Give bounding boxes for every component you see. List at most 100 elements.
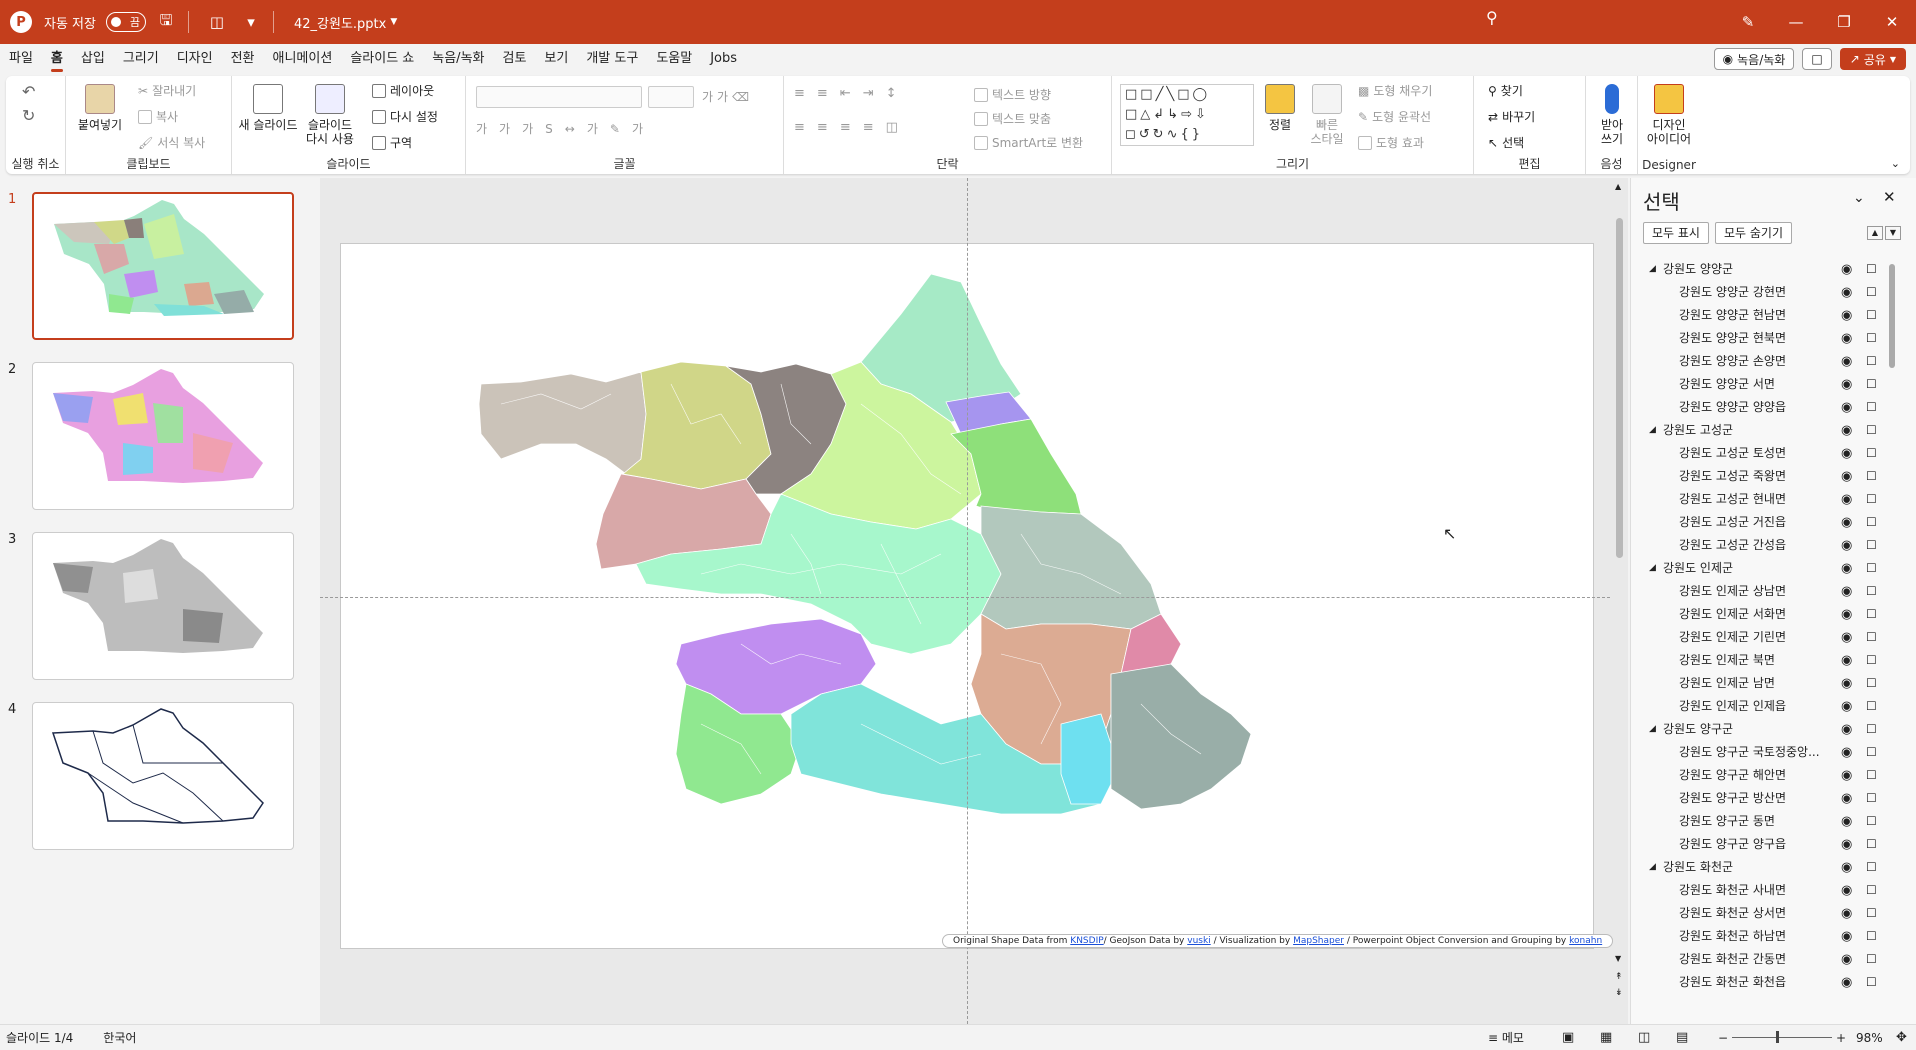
- unlock-icon[interactable]: ☐: [1866, 396, 1877, 419]
- visibility-eye-icon[interactable]: ◉: [1841, 649, 1852, 672]
- scrollbar-thumb[interactable]: [1616, 218, 1623, 558]
- print-preview-icon[interactable]: ◫: [203, 8, 231, 36]
- unlock-icon[interactable]: ☐: [1866, 718, 1877, 741]
- slideshow-icon[interactable]: ▤: [1676, 1030, 1688, 1045]
- unlock-icon[interactable]: ☐: [1866, 419, 1877, 442]
- tab-jobs[interactable]: Jobs: [701, 44, 746, 74]
- selection-group-row[interactable]: ◢ 강원도 고성군 ◉ ☐: [1631, 419, 1901, 442]
- visibility-eye-icon[interactable]: ◉: [1841, 465, 1852, 488]
- selection-item-row[interactable]: 강원도 인제군 북면 ◉ ☐: [1631, 649, 1901, 672]
- text-direction-button[interactable]: 텍스트 방향: [974, 86, 1051, 103]
- shape-fill-button[interactable]: ▩ 도형 채우기: [1358, 82, 1432, 99]
- collapse-caret-icon[interactable]: ◢: [1649, 856, 1656, 879]
- visibility-eye-icon[interactable]: ◉: [1841, 603, 1852, 626]
- tab-review[interactable]: 검토: [494, 44, 536, 74]
- selection-item-row[interactable]: 강원도 양구군 양구읍 ◉ ☐: [1631, 833, 1901, 856]
- unlock-icon[interactable]: ☐: [1866, 603, 1877, 626]
- show-all-button[interactable]: 모두 표시: [1643, 222, 1709, 244]
- comments-button[interactable]: □: [1802, 48, 1832, 70]
- visibility-eye-icon[interactable]: ◉: [1841, 580, 1852, 603]
- redo-icon[interactable]: ↻: [22, 106, 35, 125]
- unlock-icon[interactable]: ☐: [1866, 511, 1877, 534]
- unlock-icon[interactable]: ☐: [1866, 626, 1877, 649]
- unlock-icon[interactable]: ☐: [1866, 258, 1877, 281]
- selection-item-row[interactable]: 강원도 양양군 손양면 ◉ ☐: [1631, 350, 1901, 373]
- smartart-button[interactable]: SmartArt로 변환: [974, 134, 1083, 151]
- ribbon-collapse-icon[interactable]: ⌄: [1891, 157, 1900, 170]
- visibility-eye-icon[interactable]: ◉: [1841, 925, 1852, 948]
- visibility-eye-icon[interactable]: ◉: [1841, 557, 1852, 580]
- horizontal-guide[interactable]: [320, 597, 1610, 598]
- selection-item-row[interactable]: 강원도 양양군 양양읍 ◉ ☐: [1631, 396, 1901, 419]
- share-button[interactable]: ↗ 공유 ▼: [1839, 48, 1906, 70]
- scroll-up-icon[interactable]: ▲: [1615, 182, 1621, 191]
- normal-view-icon[interactable]: ▣: [1562, 1030, 1574, 1045]
- tab-transitions[interactable]: 전환: [222, 44, 264, 74]
- unlock-icon[interactable]: ☐: [1866, 304, 1877, 327]
- close-icon[interactable]: ✕: [1868, 0, 1916, 44]
- unlock-icon[interactable]: ☐: [1866, 580, 1877, 603]
- unlock-icon[interactable]: ☐: [1866, 925, 1877, 948]
- unlock-icon[interactable]: ☐: [1866, 327, 1877, 350]
- visibility-eye-icon[interactable]: ◉: [1841, 948, 1852, 971]
- selection-item-row[interactable]: 강원도 화천군 하남면 ◉ ☐: [1631, 925, 1901, 948]
- selection-group-row[interactable]: ◢ 강원도 양구군 ◉ ☐: [1631, 718, 1901, 741]
- unlock-icon[interactable]: ☐: [1866, 281, 1877, 304]
- hide-all-button[interactable]: 모두 숨기기: [1715, 222, 1793, 244]
- list-buttons[interactable]: ≡ ≡ ⇤ ⇥ ↕: [794, 86, 897, 101]
- selection-item-row[interactable]: 강원도 고성군 거진읍 ◉ ☐: [1631, 511, 1901, 534]
- save-icon[interactable]: 🖫: [152, 8, 180, 36]
- collapse-caret-icon[interactable]: ◢: [1649, 557, 1656, 580]
- visibility-eye-icon[interactable]: ◉: [1841, 258, 1852, 281]
- pen-icon[interactable]: ✎: [1724, 0, 1772, 44]
- visibility-eye-icon[interactable]: ◉: [1841, 741, 1852, 764]
- visibility-eye-icon[interactable]: ◉: [1841, 695, 1852, 718]
- slide-thumbnail-2[interactable]: [32, 362, 294, 510]
- collapse-caret-icon[interactable]: ◢: [1649, 258, 1656, 281]
- next-slide-icon[interactable]: ↡: [1615, 988, 1623, 998]
- unlock-icon[interactable]: ☐: [1866, 672, 1877, 695]
- arrange-button[interactable]: 정렬: [1260, 84, 1300, 132]
- pane-options-icon[interactable]: ⌄: [1853, 190, 1865, 206]
- align-text-button[interactable]: 텍스트 맞춤: [974, 110, 1051, 127]
- selection-item-row[interactable]: 강원도 화천군 사내면 ◉ ☐: [1631, 879, 1901, 902]
- tab-design[interactable]: 디자인: [168, 44, 222, 74]
- cut-button[interactable]: ✂ 잘라내기: [138, 82, 196, 99]
- replace-button[interactable]: ⇄ 바꾸기: [1488, 108, 1535, 125]
- selection-item-row[interactable]: 강원도 고성군 토성면 ◉ ☐: [1631, 442, 1901, 465]
- visibility-eye-icon[interactable]: ◉: [1841, 396, 1852, 419]
- selection-item-row[interactable]: 강원도 고성군 현내면 ◉ ☐: [1631, 488, 1901, 511]
- copy-button[interactable]: 복사: [138, 108, 178, 125]
- scroll-down-icon[interactable]: ▼: [1615, 954, 1621, 963]
- visibility-eye-icon[interactable]: ◉: [1841, 810, 1852, 833]
- selection-item-row[interactable]: 강원도 인제군 인제읍 ◉ ☐: [1631, 695, 1901, 718]
- visibility-eye-icon[interactable]: ◉: [1841, 672, 1852, 695]
- selection-item-row[interactable]: 강원도 인제군 상남면 ◉ ☐: [1631, 580, 1901, 603]
- font-size-select[interactable]: [648, 86, 694, 108]
- tab-help[interactable]: 도움말: [647, 44, 701, 74]
- visibility-eye-icon[interactable]: ◉: [1841, 718, 1852, 741]
- layout-button[interactable]: 레이아웃: [372, 82, 434, 99]
- tab-file[interactable]: 파일: [0, 44, 42, 74]
- selection-item-row[interactable]: 강원도 양구군 국토정중앙... ◉ ☐: [1631, 741, 1901, 764]
- slide-thumbnail-3[interactable]: [32, 532, 294, 680]
- selection-item-row[interactable]: 강원도 인제군 기린면 ◉ ☐: [1631, 626, 1901, 649]
- language-indicator[interactable]: 한국어: [103, 1029, 136, 1046]
- record-button[interactable]: ◉ 녹음/녹화: [1713, 48, 1795, 70]
- tab-slideshow[interactable]: 슬라이드 쇼: [341, 44, 423, 74]
- selection-item-row[interactable]: 강원도 화천군 간동면 ◉ ☐: [1631, 948, 1901, 971]
- find-button[interactable]: ⚲ 찾기: [1488, 82, 1523, 99]
- font-family-select[interactable]: [476, 86, 642, 108]
- collapse-caret-icon[interactable]: ◢: [1649, 718, 1656, 741]
- tab-developer[interactable]: 개발 도구: [577, 44, 647, 74]
- tab-home[interactable]: 홈: [42, 44, 72, 74]
- autosave-toggle[interactable]: 끔: [105, 12, 146, 32]
- tab-draw[interactable]: 그리기: [114, 44, 168, 74]
- credit-link-vuski[interactable]: vuski: [1187, 936, 1210, 946]
- credit-link-mapshaper[interactable]: MapShaper: [1293, 936, 1344, 946]
- unlock-icon[interactable]: ☐: [1866, 787, 1877, 810]
- select-button[interactable]: ↖ 선택: [1488, 134, 1524, 151]
- dictate-button[interactable]: 받아 쓰기: [1592, 84, 1632, 146]
- credit-textbox[interactable]: Original Shape Data from KNSDIP/ GeoJson…: [942, 934, 1614, 948]
- section-button[interactable]: 구역: [372, 134, 412, 151]
